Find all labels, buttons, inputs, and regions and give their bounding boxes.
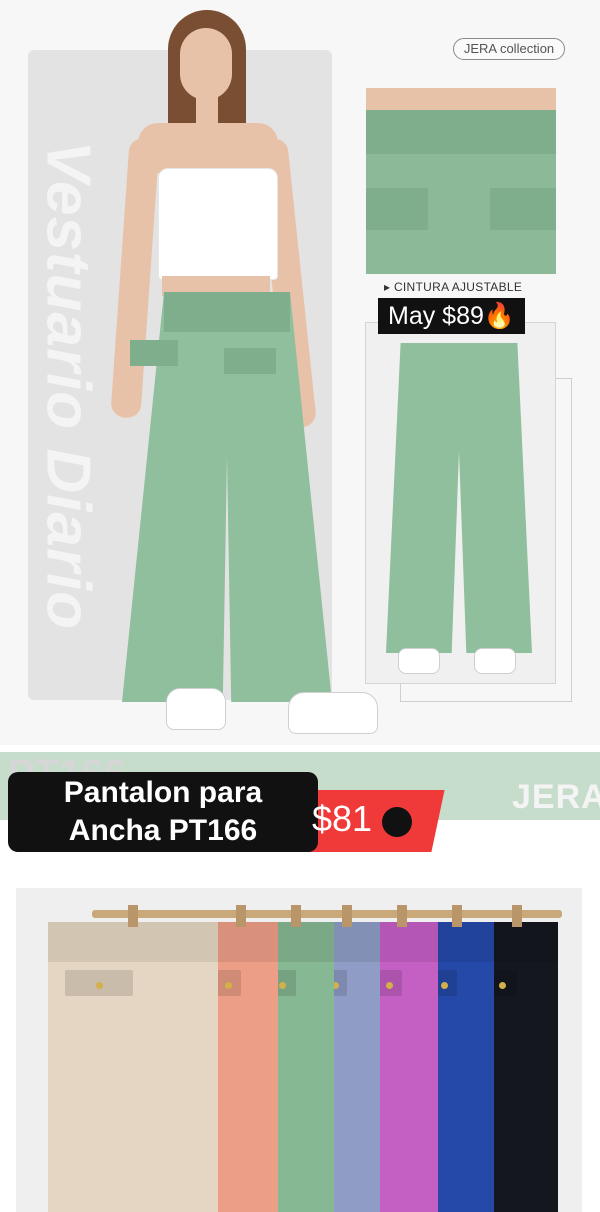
back-right-sneaker [474, 648, 516, 674]
vertical-caption: Vestuario Diario [28, 50, 108, 700]
button-icon [95, 982, 103, 989]
adjustable-waist-label: ▸ CINTURA AJUSTABLE [384, 280, 523, 294]
pants-beige [48, 922, 218, 1212]
waist-detail-photo [366, 88, 556, 274]
product-title-line-1: Pantalon para [63, 776, 263, 809]
hanger-clip [128, 905, 138, 927]
waistband [48, 922, 218, 962]
model-shoulders [138, 123, 278, 173]
detail-waistband [366, 110, 556, 154]
model-left-arm [110, 137, 160, 419]
model-face [180, 28, 232, 100]
hanger-clip [291, 905, 301, 927]
detail-right-pocket [490, 188, 556, 230]
hanger-clip [397, 905, 407, 927]
detail-left-pocket [366, 188, 428, 230]
back-view-photo [365, 322, 556, 684]
left-flap-pocket [130, 340, 178, 366]
button-icon [224, 982, 232, 989]
black-circle-icon [382, 807, 412, 837]
wholesale-price-tag: May $89🔥 [378, 298, 526, 334]
hanger-clip [342, 905, 352, 927]
hanger-clip [452, 905, 462, 927]
brand-watermark: JERA [512, 778, 600, 816]
right-flap-pocket [224, 348, 276, 374]
brand-badge: JERA collection [453, 38, 565, 60]
product-title-box: Pantalon para Ancha PT166 [8, 772, 318, 852]
model-pants-waistband [164, 292, 290, 332]
model-neck [196, 96, 218, 126]
right-sneaker [288, 692, 378, 734]
hanger-clip [236, 905, 246, 927]
model-figure [100, 8, 390, 738]
white-crop-top [158, 168, 278, 280]
vertical-caption-text: Vestuario Diario [33, 140, 103, 631]
button-icon [440, 982, 448, 989]
hanger-clip [512, 905, 522, 927]
back-left-sneaker [398, 648, 440, 674]
retail-price: $81 [312, 798, 373, 839]
button-icon [498, 982, 506, 989]
detail-skin [366, 88, 556, 110]
back-view-pants [386, 343, 532, 653]
left-sneaker [166, 688, 226, 730]
hanger-rail [92, 910, 562, 918]
product-title-line-2: Ancha PT166 [68, 814, 258, 847]
